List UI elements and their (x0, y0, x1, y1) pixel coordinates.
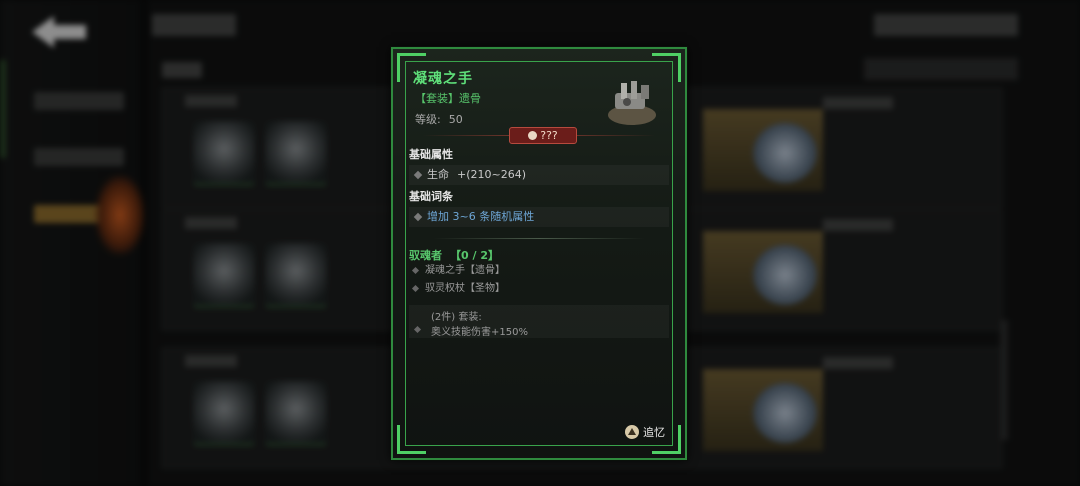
set-piece-name: 驭灵权杖【圣物】 (425, 283, 505, 294)
recall-label: 追忆 (643, 426, 665, 439)
set-bonus-text: 奥义技能伤害+150% (431, 327, 528, 338)
set-bonus: (2件) 套装: 奥义技能伤害+150% (409, 305, 669, 338)
section-title-base-affix: 基础词条 (409, 190, 453, 203)
attr-label: 生命 (427, 168, 449, 181)
bullet-icon (413, 325, 422, 334)
recall-button[interactable]: 追忆 (625, 424, 665, 440)
item-tooltip: 凝魂之手 【套装】遗骨 等级: 50 ??? 基础属性 生命 +(210~264)… (391, 47, 687, 460)
affix-line: 增加 3~6 条随机属性 (409, 207, 669, 227)
bullet-icon (411, 266, 420, 275)
affix-text: 增加 3~6 条随机属性 (427, 210, 535, 223)
attr-line: 生命 +(210~264) (409, 165, 669, 185)
level-label: 等级: (415, 113, 441, 126)
set-bonus-title: (2件) 套装: (431, 312, 482, 323)
leaf-icon (528, 131, 538, 140)
rarity-badge: ??? (509, 127, 577, 144)
set-piece-name: 凝魂之手【遗骨】 (425, 265, 505, 276)
rarity-text: ??? (540, 129, 558, 142)
mechanical-gauntlet-icon (608, 81, 656, 125)
set-count: 【0 / 2】 (450, 249, 499, 262)
set-header: 驭魂者 【0 / 2】 (409, 247, 499, 263)
item-level: 等级: 50 (415, 111, 463, 127)
level-value: 50 (448, 113, 463, 126)
bullet-icon (413, 212, 423, 222)
set-piece: 凝魂之手【遗骨】 (409, 262, 669, 280)
item-name: 凝魂之手 (413, 71, 473, 87)
section-divider (433, 238, 645, 239)
frame-corner (397, 425, 426, 454)
bullet-icon (413, 170, 423, 180)
bullet-icon (411, 284, 420, 293)
item-set-tag: 【套装】遗骨 (415, 92, 481, 105)
set-piece: 驭灵权杖【圣物】 (409, 280, 669, 298)
section-title-base-attr: 基础属性 (409, 148, 453, 161)
attr-value: +(210~264) (457, 168, 527, 181)
set-name: 驭魂者 (409, 249, 442, 262)
recall-triangle-icon (625, 425, 639, 439)
